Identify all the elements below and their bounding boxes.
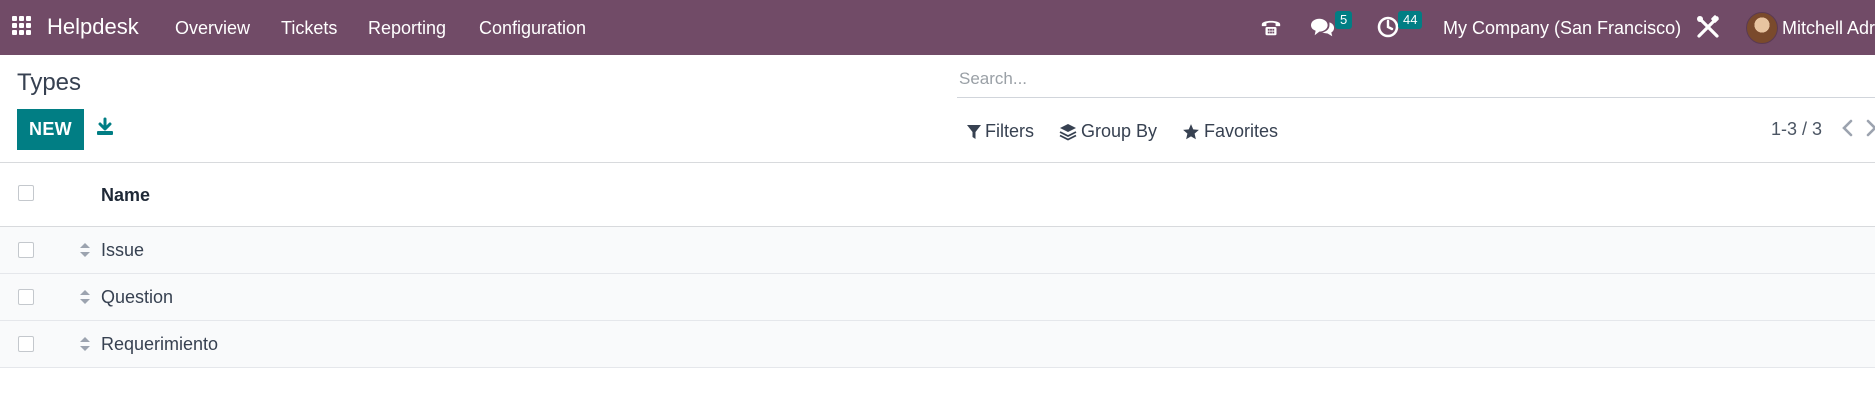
row-name: Issue	[101, 240, 145, 260]
new-button[interactable]: NEW	[17, 109, 84, 150]
search-input[interactable]	[957, 64, 1875, 94]
messages-badge: 5	[1335, 11, 1353, 29]
user-avatar[interactable]	[1746, 12, 1778, 44]
group-by-button[interactable]: Group By	[1059, 121, 1157, 142]
column-header-name[interactable]: Name	[101, 185, 150, 206]
filter-icon	[967, 124, 981, 139]
clock-icon[interactable]	[1376, 15, 1400, 44]
row-name: Question	[101, 287, 174, 307]
group-by-label: Group By	[1081, 121, 1158, 141]
menu-tickets[interactable]: Tickets	[281, 18, 337, 39]
list-header: Name	[0, 163, 1875, 227]
drag-handle-icon[interactable]	[79, 288, 91, 311]
download-icon[interactable]	[95, 117, 117, 139]
chevron-right-icon[interactable]	[1866, 118, 1875, 143]
debug-tools-icon[interactable]	[1695, 14, 1721, 45]
table-row[interactable]: Issue	[0, 227, 1875, 274]
top-navbar: Helpdesk Overview Tickets Reporting Conf…	[0, 0, 1875, 55]
chat-icon[interactable]	[1311, 16, 1335, 43]
drag-handle-icon[interactable]	[79, 335, 91, 358]
row-checkbox[interactable]	[18, 242, 34, 258]
pager-value[interactable]: 1-3 / 3	[1771, 119, 1822, 140]
menu-overview[interactable]: Overview	[175, 18, 250, 39]
user-menu[interactable]: Mitchell Adr	[1782, 18, 1875, 39]
row-checkbox[interactable]	[18, 336, 34, 352]
chevron-left-icon[interactable]	[1841, 118, 1855, 143]
row-name: Requerimiento	[101, 334, 219, 354]
activities-badge: 44	[1398, 11, 1423, 29]
favorites-button[interactable]: Favorites	[1182, 121, 1278, 142]
phone-icon[interactable]	[1260, 16, 1282, 43]
table-row[interactable]: Requerimiento	[0, 321, 1875, 368]
menu-configuration[interactable]: Configuration	[479, 18, 586, 39]
filters-label: Filters	[985, 121, 1034, 141]
apps-grid-icon[interactable]	[12, 16, 32, 36]
filters-button[interactable]: Filters	[967, 121, 1034, 142]
search-bar	[957, 64, 1875, 98]
favorites-label: Favorites	[1204, 121, 1279, 141]
page-title: Types	[17, 69, 82, 96]
app-name[interactable]: Helpdesk	[47, 14, 139, 40]
table-row[interactable]: Question	[0, 274, 1875, 321]
company-switcher[interactable]: My Company (San Francisco)	[1443, 18, 1681, 39]
drag-handle-icon[interactable]	[79, 241, 91, 264]
star-icon	[1183, 123, 1199, 139]
menu-reporting[interactable]: Reporting	[368, 18, 446, 39]
select-all-checkbox[interactable]	[18, 185, 34, 201]
layers-icon	[1059, 123, 1077, 141]
row-checkbox[interactable]	[18, 289, 34, 305]
